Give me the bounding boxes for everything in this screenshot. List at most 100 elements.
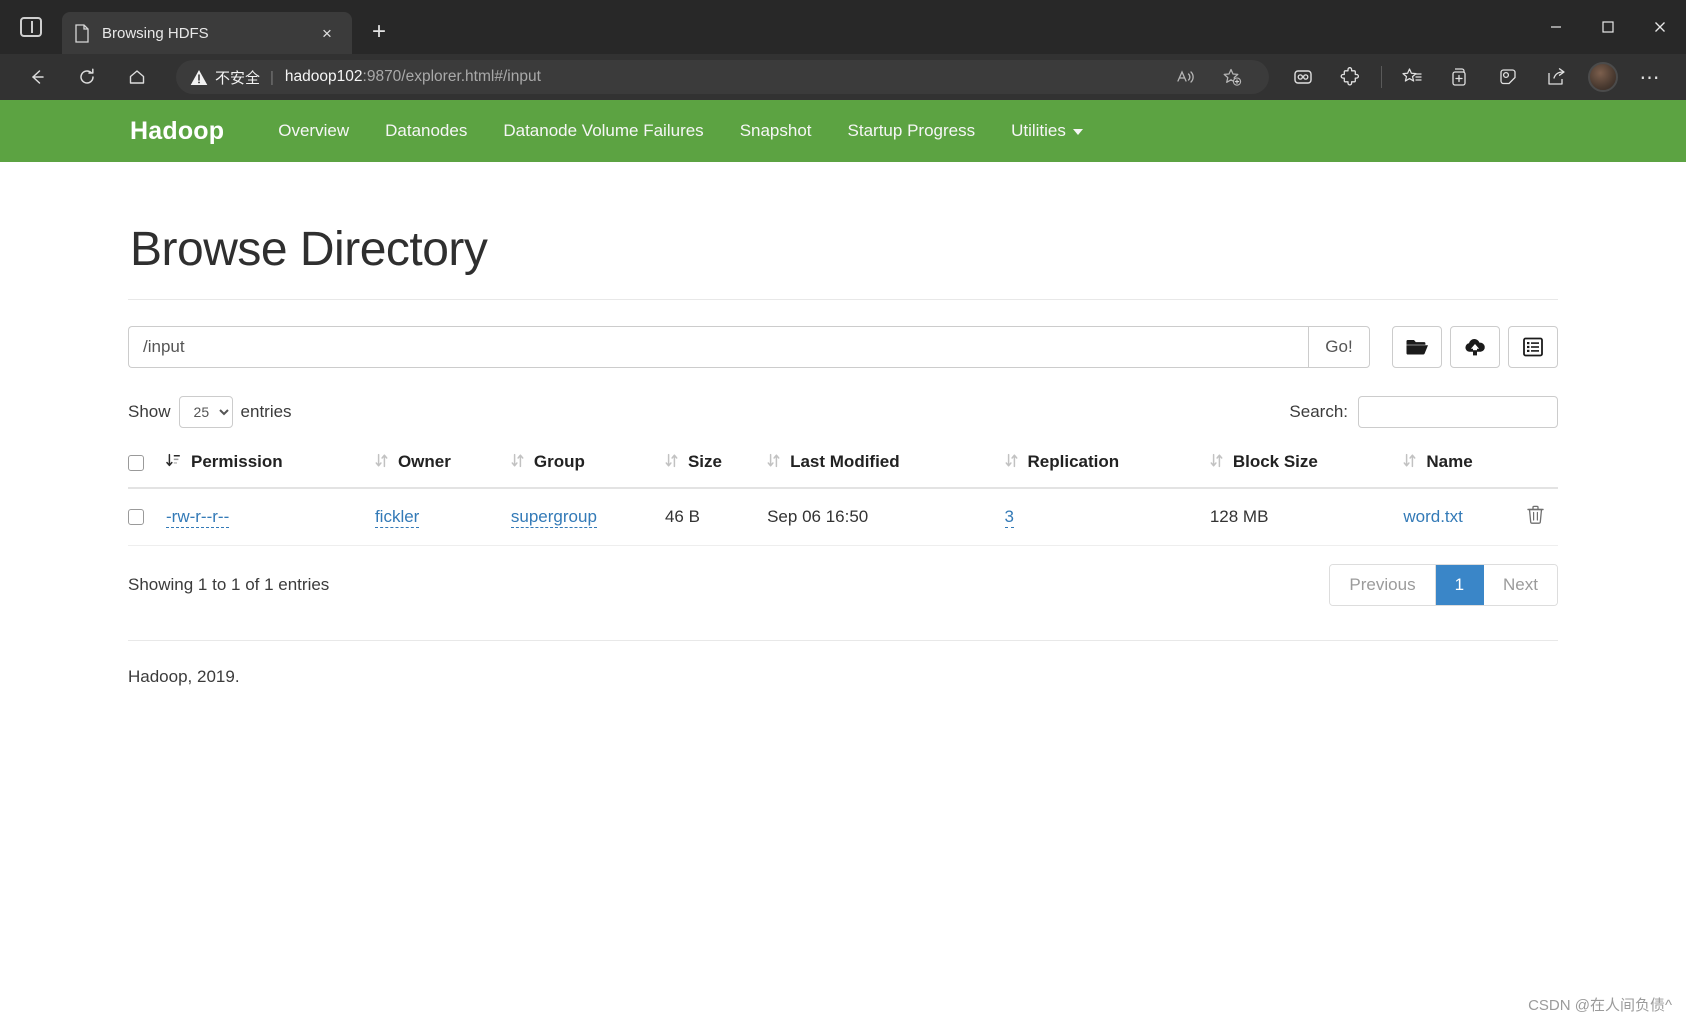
column-permission[interactable]: Permission (166, 442, 375, 489)
browser-titlebar: Browsing HDFS × + (0, 0, 1686, 54)
table-row: -rw-r--r-- fickler supergroup 46 B Sep 0… (128, 487, 1558, 546)
omnibox-separator: | (270, 68, 274, 86)
hadoop-brand[interactable]: Hadoop (130, 117, 224, 146)
show-entries-label: Show (128, 402, 171, 421)
screenshot-icon[interactable] (1489, 58, 1527, 96)
go-button[interactable]: Go! (1308, 326, 1370, 368)
column-size[interactable]: Size (664, 442, 768, 489)
url-path: :9870/explorer.html#/input (362, 68, 541, 85)
create-directory-button[interactable] (1392, 326, 1442, 368)
trash-icon[interactable] (1527, 505, 1545, 528)
tab-actions-button[interactable] (0, 0, 62, 54)
favorites-icon[interactable] (1393, 58, 1431, 96)
column-last-modified[interactable]: Last Modified (767, 442, 1005, 489)
row-select-cell[interactable] (128, 487, 166, 546)
security-status-text: 不安全 (215, 69, 261, 87)
replication-link[interactable]: 3 (1004, 506, 1014, 528)
row-checkbox[interactable] (128, 509, 144, 526)
upload-files-button[interactable] (1450, 326, 1500, 368)
share-icon[interactable] (1537, 58, 1575, 96)
column-name[interactable]: Name (1403, 442, 1528, 489)
sort-both-icon (375, 453, 388, 473)
close-button[interactable] (1634, 0, 1686, 54)
window-controls (1530, 0, 1686, 54)
folder-open-icon (1405, 337, 1429, 357)
cell-name: word.txt (1403, 487, 1528, 546)
title-divider (128, 299, 1558, 300)
tab-title: Browsing HDFS (102, 24, 209, 42)
sort-both-icon (511, 453, 524, 473)
column-replication-label: Replication (1027, 452, 1120, 471)
nav-item-datanode-volume-failures[interactable]: Datanode Volume Failures (485, 121, 721, 141)
cell-actions (1527, 487, 1558, 546)
select-all-checkbox[interactable] (128, 454, 144, 471)
column-last-modified-label: Last Modified (790, 452, 900, 471)
column-select-all[interactable] (128, 442, 166, 489)
nav-item-utilities[interactable]: Utilities (993, 121, 1101, 141)
profile-avatar[interactable] (1588, 62, 1618, 92)
sort-both-icon (1210, 453, 1223, 473)
toolbar-divider (1381, 66, 1382, 88)
column-group[interactable]: Group (510, 442, 665, 489)
tab-close-button[interactable]: × (314, 20, 340, 46)
page-length-select[interactable]: 25 (178, 396, 233, 428)
file-name-link[interactable]: word.txt (1403, 507, 1463, 526)
pagination-page-1[interactable]: 1 (1435, 564, 1485, 605)
chevron-down-icon (1072, 128, 1083, 135)
cell-owner: fickler (374, 487, 511, 546)
directory-action-buttons (1392, 326, 1558, 368)
back-button[interactable] (18, 58, 56, 96)
column-replication[interactable]: Replication (1004, 442, 1210, 489)
maximize-button[interactable] (1582, 0, 1634, 54)
path-input[interactable] (128, 326, 1308, 368)
cloud-upload-icon (1463, 337, 1487, 357)
column-owner[interactable]: Owner (374, 442, 511, 489)
home-button[interactable] (118, 58, 156, 96)
browser-toolbar-icons: ⋯ (1279, 58, 1674, 96)
column-permission-label: Permission (191, 452, 283, 471)
table-controls: Show 25 entries Search: (128, 396, 1558, 428)
add-favorite-icon[interactable] (1213, 58, 1251, 96)
cell-last-modified: Sep 06 16:50 (767, 487, 1005, 546)
browser-tab[interactable]: Browsing HDFS × (62, 12, 352, 54)
nav-item-datanodes[interactable]: Datanodes (367, 121, 485, 141)
nav-item-utilities-label: Utilities (1011, 121, 1066, 140)
column-block-size[interactable]: Block Size (1209, 442, 1404, 489)
cell-size: 46 B (664, 487, 768, 546)
search-input[interactable] (1358, 396, 1558, 428)
nav-item-overview[interactable]: Overview (260, 121, 367, 141)
nav-item-snapshot[interactable]: Snapshot (722, 121, 830, 141)
snapshot-button[interactable] (1508, 326, 1558, 368)
pagination-previous[interactable]: Previous (1330, 564, 1436, 605)
sort-desc-icon (166, 453, 181, 473)
search-box: Search: (1289, 396, 1558, 428)
column-actions (1527, 442, 1558, 489)
main-container: Browse Directory Go! (128, 162, 1558, 687)
nav-item-startup-progress[interactable]: Startup Progress (830, 121, 994, 141)
list-alt-icon (1522, 337, 1544, 357)
settings-more-icon[interactable]: ⋯ (1631, 58, 1669, 96)
group-link[interactable]: supergroup (510, 506, 597, 528)
address-bar[interactable]: 不安全 | hadoop102 :9870/explorer.html#/inp… (176, 60, 1269, 94)
collections-icon[interactable] (1441, 58, 1479, 96)
browser-navbar: 不安全 | hadoop102 :9870/explorer.html#/inp… (0, 54, 1686, 100)
split-screen-icon[interactable] (1284, 58, 1322, 96)
files-table: Permission Owner Group Size Last Modifie… (128, 442, 1558, 546)
read-aloud-icon[interactable] (1167, 58, 1205, 96)
permission-link[interactable]: -rw-r--r-- (166, 506, 230, 528)
minimize-button[interactable] (1530, 0, 1582, 54)
page-title: Browse Directory (130, 223, 488, 276)
sort-both-icon (767, 453, 780, 473)
cell-replication: 3 (1004, 487, 1210, 546)
reload-button[interactable] (68, 58, 106, 96)
column-block-size-label: Block Size (1232, 452, 1318, 471)
page-content: Hadoop Overview Datanodes Datanode Volum… (0, 100, 1686, 1021)
column-owner-label: Owner (397, 452, 451, 471)
owner-link[interactable]: fickler (374, 506, 420, 528)
url-host: hadoop102 (284, 68, 363, 85)
extensions-icon[interactable] (1332, 58, 1370, 96)
cell-group: supergroup (510, 487, 665, 546)
pagination-next[interactable]: Next (1484, 564, 1557, 605)
sort-both-icon (1403, 453, 1416, 473)
new-tab-button[interactable]: + (360, 13, 398, 51)
